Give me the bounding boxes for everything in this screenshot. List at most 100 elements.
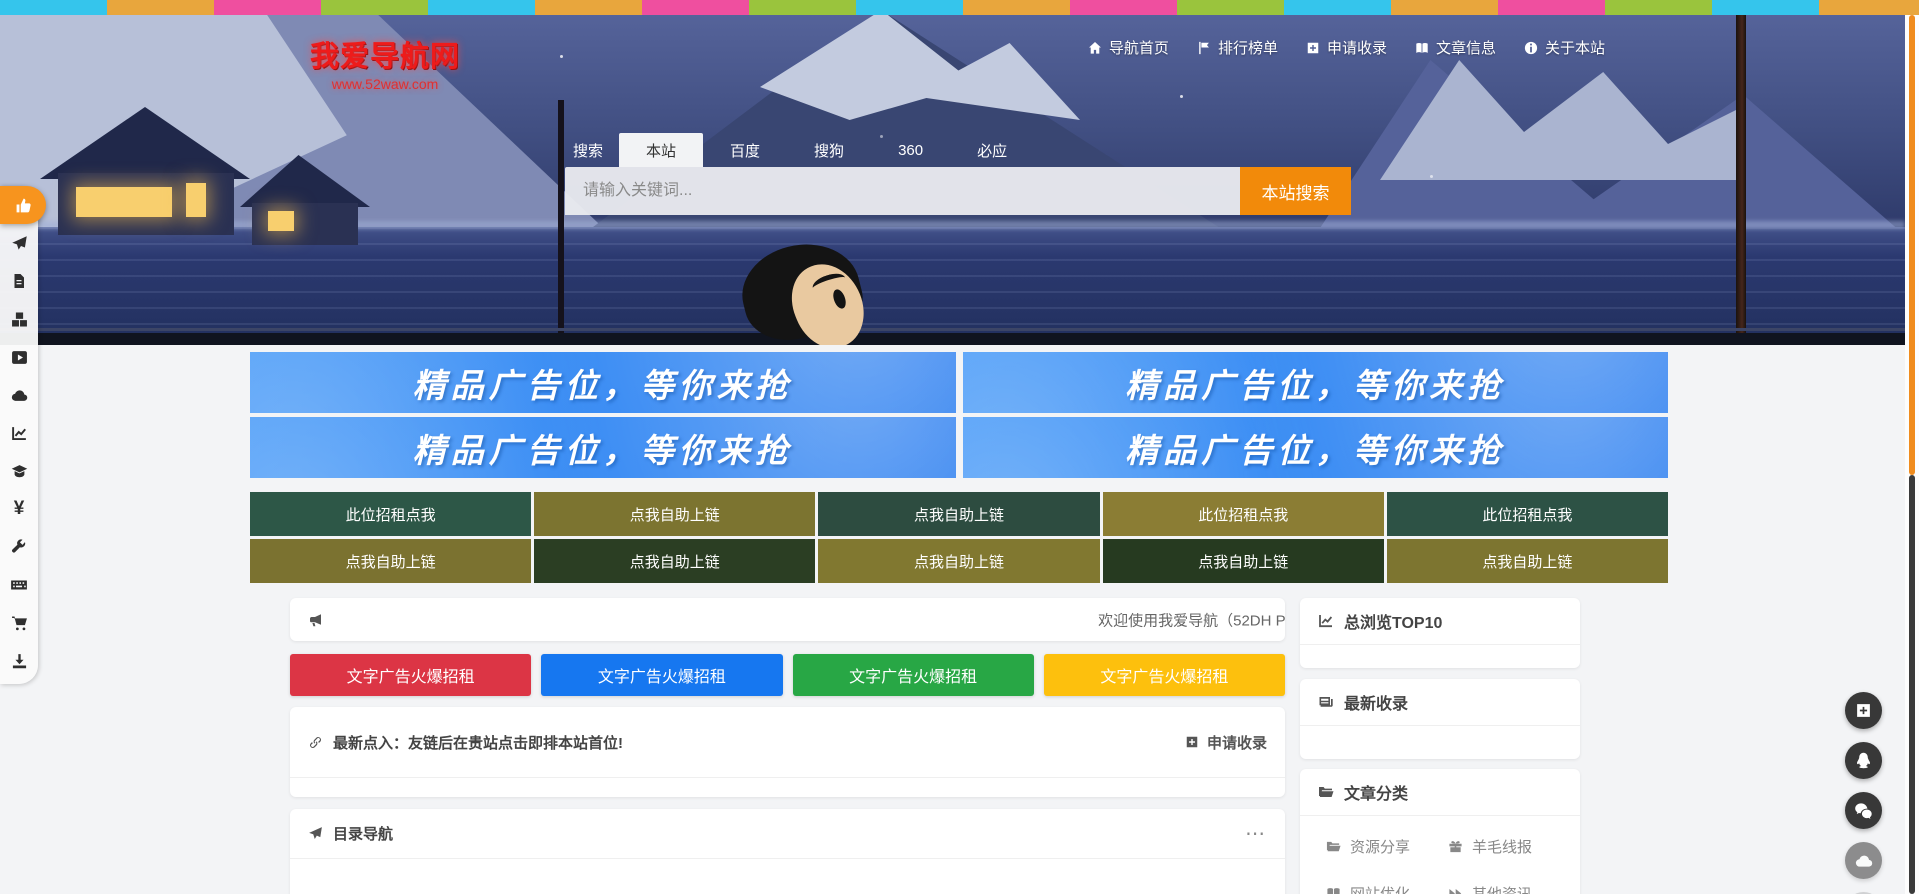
search-tab-bing[interactable]: 必应 <box>950 133 1034 167</box>
chart-line-icon <box>11 425 28 442</box>
category-seo[interactable]: 网站优化 <box>1326 871 1448 894</box>
dock-thumbs-up-button[interactable] <box>0 186 46 224</box>
banner-ad[interactable]: 精品广告位，等你来抢 <box>250 417 956 478</box>
apply-inclusion-link[interactable]: 申请收录 <box>1185 732 1267 753</box>
plus-square-icon <box>1855 702 1872 719</box>
file-icon <box>11 273 27 289</box>
dock-tools-button[interactable] <box>0 528 38 566</box>
text-ad-button[interactable]: 文字广告火爆招租 <box>1044 654 1285 696</box>
text-ad-button[interactable]: 文字广告火爆招租 <box>793 654 1034 696</box>
graduation-cap-icon <box>11 463 28 480</box>
folder-open-icon <box>1318 784 1334 800</box>
link-rental-button[interactable]: 点我自助上链 <box>818 539 1099 583</box>
dock-video-button[interactable] <box>0 338 38 376</box>
wechat-icon <box>1854 801 1873 820</box>
category-resources[interactable]: 资源分享 <box>1326 824 1448 857</box>
dock-download-button[interactable] <box>0 642 38 680</box>
folder-open-icon <box>1326 839 1341 854</box>
dock-paid-button[interactable]: ¥ <box>0 490 38 528</box>
nav-item-rankings[interactable]: 排行榜单 <box>1197 37 1278 58</box>
float-add-button[interactable] <box>1845 692 1882 729</box>
search-tab-local[interactable]: 本站 <box>619 133 703 167</box>
link-rental-button[interactable]: 点我自助上链 <box>534 539 815 583</box>
text-ad-button[interactable]: 文字广告火爆招租 <box>541 654 782 696</box>
cart-icon <box>11 615 28 632</box>
site-logo[interactable]: 我爱导航网 www.52waw.com <box>300 33 470 92</box>
link-rental-button[interactable]: 此位招租点我 <box>1387 492 1668 536</box>
cloud-icon <box>11 387 28 404</box>
link-icon <box>308 735 323 750</box>
text-ad-row: 文字广告火爆招租 文字广告火爆招租 文字广告火爆招租 文字广告火爆招租 <box>290 654 1285 696</box>
search-tab-360[interactable]: 360 <box>871 133 950 167</box>
link-rental-button[interactable]: 此位招租点我 <box>250 492 531 536</box>
banner-ads: 精品广告位，等你来抢 精品广告位，等你来抢 精品广告位，等你来抢 精品广告位，等… <box>250 352 1668 478</box>
search-tab-sogou[interactable]: 搜狗 <box>787 133 871 167</box>
dock-send-button[interactable] <box>0 224 38 262</box>
newspaper-icon <box>1318 694 1334 710</box>
latest-included-title: 最新收录 <box>1344 690 1408 714</box>
link-rental-button[interactable]: 点我自助上链 <box>818 492 1099 536</box>
book-icon <box>1415 41 1429 55</box>
nav-item-articles[interactable]: 文章信息 <box>1415 37 1496 58</box>
paper-plane-icon <box>308 826 323 841</box>
categories-card: 文章分类 资源分享 羊毛线报 网站优化 其他资讯 <box>1300 769 1580 894</box>
nav-item-home[interactable]: 导航首页 <box>1088 37 1169 58</box>
categories-title: 文章分类 <box>1344 780 1408 804</box>
search-tab-baidu[interactable]: 百度 <box>703 133 787 167</box>
download-icon <box>11 653 28 670</box>
scrollbar-thumb[interactable] <box>1909 15 1915 475</box>
video-play-icon <box>11 349 28 366</box>
announcement-text: 欢迎使用我爱导航（52DH Pro <box>1098 609 1285 630</box>
hero-header: 我爱导航网 www.52waw.com 导航首页 排行榜单 申请收录 文章信息 … <box>0 15 1905 345</box>
latest-links-text: 最新点入：友链后在贵站点击即排本站首位! <box>333 732 623 753</box>
search-engine-tabs: 搜索 本站 百度 搜狗 360 必应 <box>565 133 1351 167</box>
dock-keyboard-button[interactable] <box>0 566 38 604</box>
nav-item-about[interactable]: 关于本站 <box>1524 37 1605 58</box>
latest-included-card: 最新收录 <box>1300 679 1580 759</box>
link-rental-grid: 此位招租点我 点我自助上链 点我自助上链 此位招租点我 此位招租点我 点我自助上… <box>250 492 1668 583</box>
dock-file-button[interactable] <box>0 262 38 300</box>
text-ad-button[interactable]: 文字广告火爆招租 <box>290 654 531 696</box>
float-wechat-button[interactable] <box>1845 792 1882 829</box>
sidebar-column: 总浏览TOP10 最新收录 文章分类 资源分享 羊毛线报 <box>1300 598 1580 894</box>
announcement-bar: 欢迎使用我爱导航（52DH Pro <box>290 598 1285 641</box>
dock-shop-button[interactable] <box>0 604 38 642</box>
yuan-icon: ¥ <box>14 498 25 520</box>
forward-icon <box>1448 886 1463 894</box>
chart-line-icon <box>1318 613 1334 629</box>
dock-chart-button[interactable] <box>0 414 38 452</box>
banner-ad[interactable]: 精品广告位，等你来抢 <box>963 417 1669 478</box>
search-label: 搜索 <box>565 133 619 167</box>
dock-cubes-button[interactable] <box>0 300 38 338</box>
megaphone-icon <box>308 612 324 628</box>
cartoon-character <box>742 237 882 345</box>
left-dock: ¥ <box>0 186 38 684</box>
nav-item-submit[interactable]: 申请收录 <box>1306 37 1387 58</box>
link-rental-button[interactable]: 点我自助上链 <box>1387 539 1668 583</box>
float-qq-button[interactable] <box>1845 742 1882 779</box>
qq-icon <box>1854 751 1873 770</box>
dock-cloud-button[interactable] <box>0 376 38 414</box>
float-cloud-button[interactable] <box>1845 842 1882 879</box>
dock-edu-button[interactable] <box>0 452 38 490</box>
top-color-stripe <box>0 0 1919 15</box>
link-rental-button[interactable]: 点我自助上链 <box>1103 539 1384 583</box>
top10-title: 总浏览TOP10 <box>1344 609 1442 633</box>
top-navigation: 导航首页 排行榜单 申请收录 文章信息 关于本站 <box>1088 37 1605 58</box>
scrollbar[interactable] <box>1905 15 1919 894</box>
search-input[interactable] <box>565 167 1240 215</box>
keyboard-icon <box>10 576 28 594</box>
category-deals[interactable]: 羊毛线报 <box>1448 824 1570 857</box>
flag-icon <box>1197 41 1211 55</box>
directory-title: 目录导航 <box>333 823 393 844</box>
link-rental-button[interactable]: 点我自助上链 <box>250 539 531 583</box>
search-button[interactable]: 本站搜索 <box>1240 167 1351 215</box>
banner-ad[interactable]: 精品广告位，等你来抢 <box>963 352 1669 413</box>
category-news[interactable]: 其他资讯 <box>1448 871 1570 894</box>
banner-ad[interactable]: 精品广告位，等你来抢 <box>250 352 956 413</box>
link-rental-button[interactable]: 此位招租点我 <box>1103 492 1384 536</box>
main-column: 欢迎使用我爱导航（52DH Pro 文字广告火爆招租 文字广告火爆招租 文字广告… <box>290 598 1285 894</box>
wrench-icon <box>11 539 27 555</box>
home-icon <box>1088 41 1102 55</box>
link-rental-button[interactable]: 点我自助上链 <box>534 492 815 536</box>
